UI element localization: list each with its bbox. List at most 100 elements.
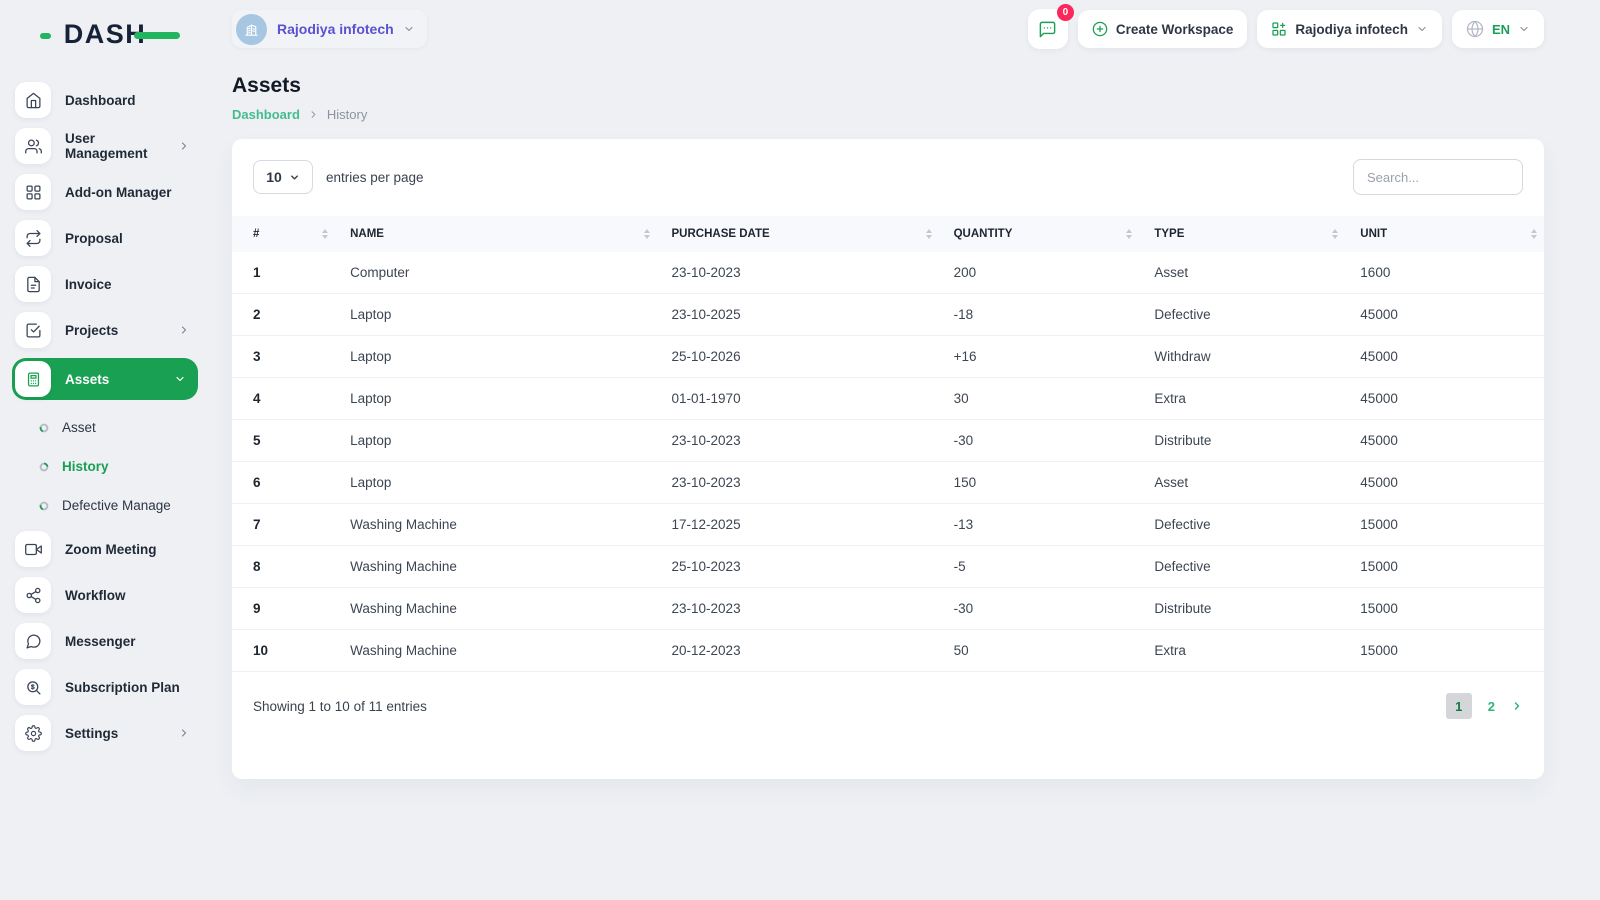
breadcrumb-current: History [326,107,368,122]
sidebar-item-addon-manager[interactable]: Add-on Manager [12,174,198,210]
page-button-1[interactable]: 1 [1445,693,1472,719]
table-row: 8 Washing Machine 25-10-2023 -5 Defective 150… [232,545,1544,588]
column-header-type[interactable]: TYPE [1154,216,1361,252]
sidebar-item-projects[interactable]: Projects [12,312,198,348]
language-selector[interactable]: EN [1451,10,1544,48]
sort-icon [925,229,932,239]
sort-icon [1332,229,1339,239]
table-row: 2 Laptop 23-10-2025 -18 Defective 45000 [232,293,1544,336]
sidebar-item-settings[interactable]: Settings [12,715,198,751]
share-network-icon [15,577,51,613]
chevron-down-icon [1518,23,1530,35]
table-row: 4 Laptop 01-01-1970 30 Extra 45000 [232,377,1544,420]
table-footer: Showing 1 to 10 of 11 entries 1 2 [232,672,1544,719]
workspace-selector[interactable]: Rajodiya infotech [232,10,427,48]
chevron-right-icon [178,140,190,152]
table-header-row: # NAME PURCHASE DATE QUANTITY TYPE UNIT [232,216,1544,252]
sidebar-item-label: Proposal [65,230,123,246]
chevron-right-icon [308,109,319,120]
notification-badge: 0 [1056,4,1074,21]
submenu-item-defective-manage[interactable]: Defective Manage [12,486,198,525]
calculator-icon [15,361,51,397]
page-title: Assets [232,74,301,97]
language-code: EN [1491,21,1510,37]
sidebar-item-messenger[interactable]: Messenger [12,623,198,659]
chevron-down-icon [403,23,415,35]
page-button-2[interactable]: 2 [1488,699,1495,714]
next-page-button[interactable] [1511,700,1523,712]
column-header-index[interactable]: # [232,216,351,252]
history-table: # NAME PURCHASE DATE QUANTITY TYPE UNIT … [232,216,1544,672]
chevron-right-icon [178,727,190,739]
sidebar-item-label: Projects [65,322,119,338]
chevron-right-icon [1514,702,1520,710]
check-square-icon [15,312,51,348]
sort-icon [322,229,329,239]
pagination: 1 2 [1445,693,1523,719]
sidebar-item-label: Add-on Manager [65,184,172,200]
bullet-circle-icon [39,423,49,433]
plus-circle-icon [1092,21,1108,37]
bullet-circle-icon [39,462,49,472]
sort-icon [1531,229,1537,239]
sidebar-item-invoice[interactable]: Invoice [12,266,198,302]
workspace-dropdown-label: Rajodiya infotech [1295,21,1408,37]
submenu-item-history[interactable]: History [12,447,198,486]
column-header-unit[interactable]: UNIT [1360,216,1544,252]
table-row: 10 Washing Machine 20-12-2023 50 Extra 15000 [232,629,1544,672]
workspace-name: Rajodiya infotech [277,21,394,37]
sidebar-item-label: Subscription Plan [65,679,180,695]
main-area: Rajodiya infotech 0 Create Workspace Raj… [210,0,1600,900]
grid-plus-icon [1271,21,1287,37]
column-header-quantity[interactable]: QUANTITY [953,216,1155,252]
breadcrumb-dashboard-link[interactable]: Dashboard [232,107,300,122]
sidebar-item-proposal[interactable]: Proposal [12,220,198,256]
breadcrumb: Dashboard History [232,107,1544,122]
topbar: Rajodiya infotech 0 Create Workspace Raj… [232,0,1544,49]
sidebar-item-label: Assets [65,371,110,387]
sidebar-item-label: Messenger [65,633,136,649]
entries-count-select[interactable]: 10 [253,160,313,194]
search-input[interactable] [1353,159,1523,195]
grid-icon [15,174,51,210]
create-workspace-button[interactable]: Create Workspace [1077,10,1248,48]
submenu-item-label: History [62,459,109,474]
submenu-item-label: Asset [62,420,96,435]
submenu-item-asset[interactable]: Asset [12,408,198,447]
search-dollar-icon: $ [15,669,51,705]
submenu-item-label: Defective Manage [62,498,171,513]
sort-icon [643,229,650,239]
create-workspace-label: Create Workspace [1115,21,1234,37]
showing-entries-text: Showing 1 to 10 of 11 entries [253,698,427,714]
workspace-avatar [236,13,267,45]
sidebar-item-workflow[interactable]: Workflow [12,577,198,613]
sidebar-item-assets[interactable]: Assets [12,358,198,400]
app-logo[interactable]: DASH [12,14,198,54]
entries-per-page: 10 entries per page [253,160,424,194]
sort-icon [1126,229,1133,239]
logo-dash-right-icon [134,32,180,39]
chevron-down-icon [1416,23,1428,35]
column-header-name[interactable]: NAME [350,216,672,252]
file-text-icon [15,266,51,302]
chat-bubble-icon [15,623,51,659]
svg-text:$: $ [31,683,35,690]
table-controls: 10 entries per page [232,139,1544,195]
entries-count-value: 10 [266,169,282,185]
sidebar-item-label: Invoice [65,276,112,292]
table-row: 3 Laptop 25-10-2026 +16 Withdraw 45000 [232,335,1544,378]
column-header-purchase-date[interactable]: PURCHASE DATE [671,216,954,252]
sidebar: DASH Dashboard User Management Add-on Ma… [0,0,210,900]
sidebar-item-dashboard[interactable]: Dashboard [12,82,198,118]
chevron-down-icon [290,174,298,180]
swap-boxes-icon [15,220,51,256]
sidebar-item-subscription-plan[interactable]: $ Subscription Plan [12,669,198,705]
sidebar-item-user-management[interactable]: User Management [12,128,198,164]
assets-submenu: Asset History Defective Manage [12,408,198,525]
sidebar-item-zoom-meeting[interactable]: Zoom Meeting [12,531,198,567]
workspace-dropdown[interactable]: Rajodiya infotech [1257,10,1442,48]
sidebar-item-label: Dashboard [65,92,136,108]
globe-icon [1466,20,1484,38]
sidebar-item-label: User Management [65,131,148,161]
messages-button[interactable]: 0 [1027,4,1074,49]
